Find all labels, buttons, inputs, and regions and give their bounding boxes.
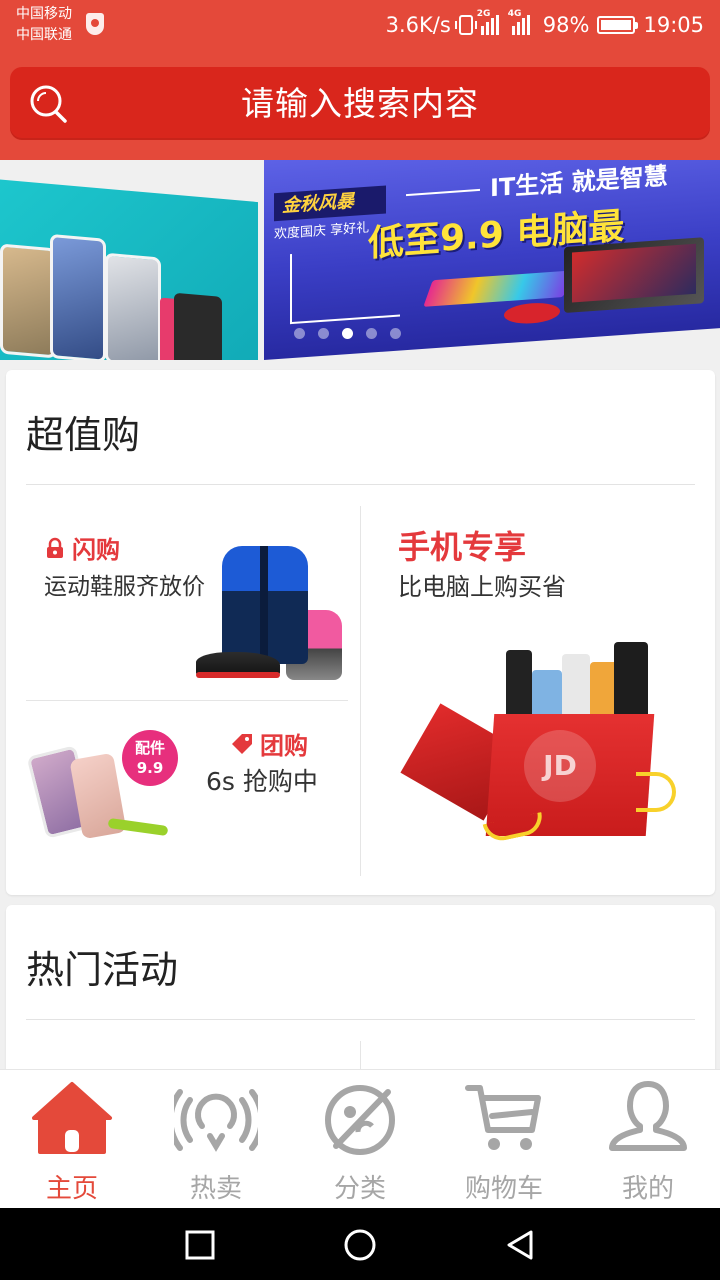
phone-image [50,233,106,360]
badge-line-1: 配件 [134,739,165,757]
group-buy-label: 团购 [260,732,308,760]
group-buy-title: 团购 [230,726,308,761]
mobile-exclusive-subtitle: 比电脑上购买省 [398,573,566,601]
carousel-dot[interactable] [342,328,353,339]
carrier-1: 中国移动 [16,6,72,22]
cable-image [107,817,169,837]
banner-headline: IT生活 就是智慧 [490,161,668,203]
system-nav-bar [0,1208,720,1280]
carousel-indicator[interactable] [294,328,401,339]
back-icon[interactable] [503,1228,537,1262]
super-deal-card: 超值购 闪购 运动鞋服齐放价 团购 6s 抢购中 配件 9.9 手机专享 比电脑… [6,370,715,895]
status-bar: 中国移动 中国联通 3.6K/s 2G 4G 98% 19:05 [0,0,720,50]
group-buy-subtitle: 6s 抢购中 [206,767,318,796]
carrier-2: 中国联通 [16,27,72,43]
carousel-dot[interactable] [318,328,329,339]
network-speed: 3.6K/s [385,13,451,37]
tab-label: 购物车 [464,1174,543,1204]
tab-profile[interactable]: 我的 [576,1070,720,1208]
products-image [502,636,652,720]
bottom-tab-bar: 主页 热卖 分类 购物车 我的 [0,1069,720,1208]
jd-logo: JD [524,730,596,802]
banner-slide-phones[interactable] [0,176,258,360]
divider [360,506,361,876]
banner-frame-line [290,314,400,325]
tab-hot-sale[interactable]: 热卖 [144,1070,288,1208]
hot-sale-icon [174,1089,258,1152]
app-screen: 中国移动 中国联通 3.6K/s 2G 4G 98% 19:05 请输入搜索内容 [0,0,720,1280]
cart-icon [465,1085,541,1150]
battery-percent: 98% [542,13,590,37]
lock-icon [47,537,63,558]
phone-image [0,243,56,359]
search-bar[interactable]: 请输入搜索内容 [10,67,710,140]
section-title: 热门活动 [26,948,179,992]
divider [26,484,695,485]
mobile-exclusive-title: 手机专享 [398,528,527,566]
signal-4g-icon: 4G [508,9,535,35]
laptop-image [564,237,704,314]
profile-icon [609,1081,687,1151]
signal-2g-icon: 2G [477,9,504,35]
tab-label: 分类 [333,1174,386,1204]
home-icon [32,1082,112,1154]
flash-sale-subtitle: 运动鞋服齐放价 [44,574,205,600]
flash-sale-title: 闪购 [44,530,120,565]
divider [26,1019,695,1020]
carousel-dot[interactable] [294,328,305,339]
signal-4g-label: 4G [507,9,522,19]
flash-sale-label: 闪购 [72,536,120,564]
carousel-dot[interactable] [366,328,377,339]
badge-line-2: 9.9 [136,759,164,777]
tab-label: 主页 [45,1174,98,1204]
accessory-price-badge: 配件 9.9 [122,730,178,786]
vibrate-icon [454,15,477,35]
tab-category[interactable]: 分类 [288,1070,432,1208]
divider [26,700,348,701]
battery-icon [597,16,639,34]
mouse-image [504,301,560,326]
phone-image [105,252,161,360]
signal-2g-label: 2G [476,9,491,19]
ribbon-decoration [636,772,676,812]
battery-fill [601,20,631,30]
headset-image [174,292,222,360]
carousel-dot[interactable] [390,328,401,339]
keyboard-image [423,270,573,307]
tab-label: 热卖 [189,1174,242,1204]
notification-icon [86,13,104,35]
tag-icon [232,733,252,754]
banner-subtitle: 欢度国庆 享好礼 [274,220,370,243]
clock: 19:05 [643,13,704,37]
carrier-info: 中国移动 中国联通 [16,4,72,46]
tab-cart[interactable]: 购物车 [432,1070,576,1208]
shoe-image [196,652,280,678]
app-header: 请输入搜索内容 [0,50,720,160]
section-title: 超值购 [26,413,141,457]
search-input[interactable]: 请输入搜索内容 [10,67,710,140]
status-right: 3.6K/s 2G 4G 98% 19:05 [385,9,704,40]
jacket-image [222,546,308,664]
category-icon [325,1085,395,1155]
banner-frame-line [290,254,292,325]
banner-divider [406,188,480,197]
home-button-icon[interactable] [343,1228,377,1262]
recent-apps-icon[interactable] [183,1228,217,1262]
tab-label: 我的 [621,1174,674,1204]
tab-home[interactable]: 主页 [0,1070,144,1208]
